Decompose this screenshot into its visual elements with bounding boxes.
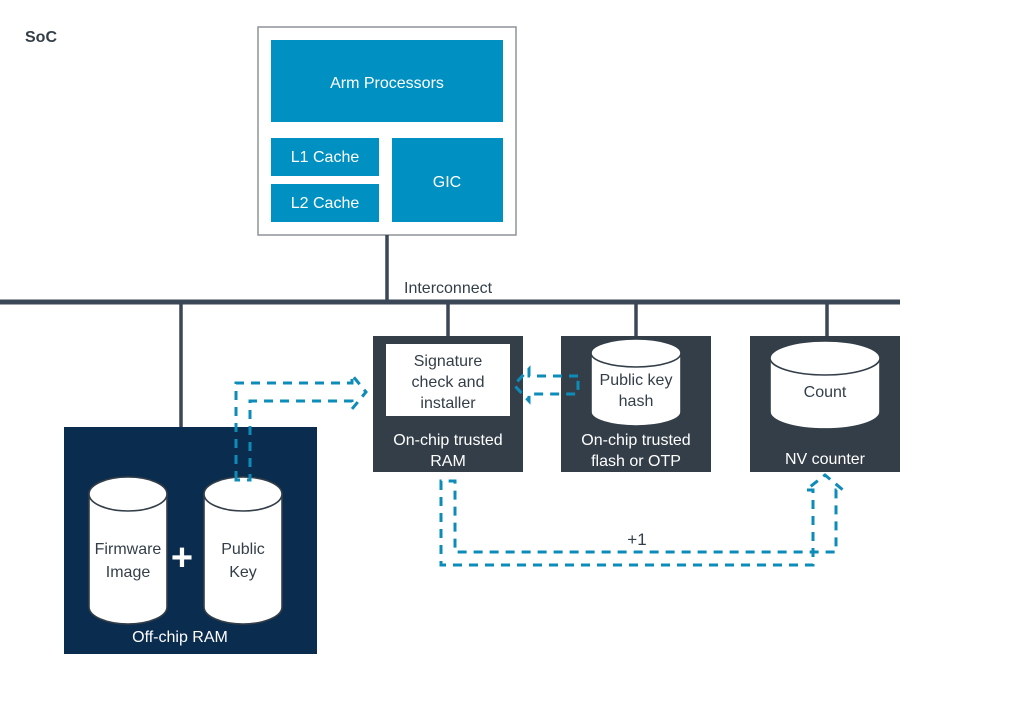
soc-title: SoC (25, 29, 57, 46)
firmware-image-cylinder: Firmware Image (88, 476, 168, 625)
arm-processors-label: Arm Processors (330, 75, 444, 92)
public-key-hash-cylinder: Public key hash (590, 338, 682, 427)
public-key-cylinder: Public Key (203, 476, 283, 625)
public-key-label-line2: Key (229, 564, 257, 581)
plus-operator: + (171, 537, 193, 579)
diagram-canvas: SoC Arm Processors L1 Cache L2 Cache GIC… (0, 26, 900, 654)
l2-cache-label: L2 Cache (291, 195, 360, 212)
public-key-hash-line1: Public key (600, 372, 673, 389)
offchip-ram-caption: Off-chip RAM (132, 629, 228, 646)
firmware-image-label-line2: Image (106, 564, 151, 581)
signature-check-line1: Signature (414, 353, 483, 370)
onchip-trusted-flash-caption-line2: flash or OTP (591, 453, 681, 470)
soc-secure-boot-diagram: SoC Arm Processors L1 Cache L2 Cache GIC… (0, 0, 1022, 721)
onchip-trusted-ram-caption-line1: On-chip trusted (393, 432, 502, 449)
onchip-trusted-ram-caption-line2: RAM (430, 453, 466, 470)
count-label: Count (804, 384, 847, 401)
gic-label: GIC (433, 174, 461, 191)
increment-nv-counter-arrow (439, 473, 848, 567)
public-key-hash-line2: hash (619, 393, 654, 410)
l1-cache-label: L1 Cache (291, 149, 360, 166)
signature-check-line2: check and (412, 374, 485, 391)
interconnect-label: Interconnect (404, 280, 493, 297)
count-cylinder: Count (769, 340, 881, 430)
nv-counter-caption: NV counter (785, 451, 866, 468)
onchip-trusted-flash-caption-line1: On-chip trusted (581, 432, 690, 449)
signature-check-line3: installer (420, 395, 476, 412)
increment-label: +1 (627, 530, 646, 549)
public-key-label-line1: Public (221, 541, 265, 558)
firmware-image-label-line1: Firmware (95, 541, 162, 558)
